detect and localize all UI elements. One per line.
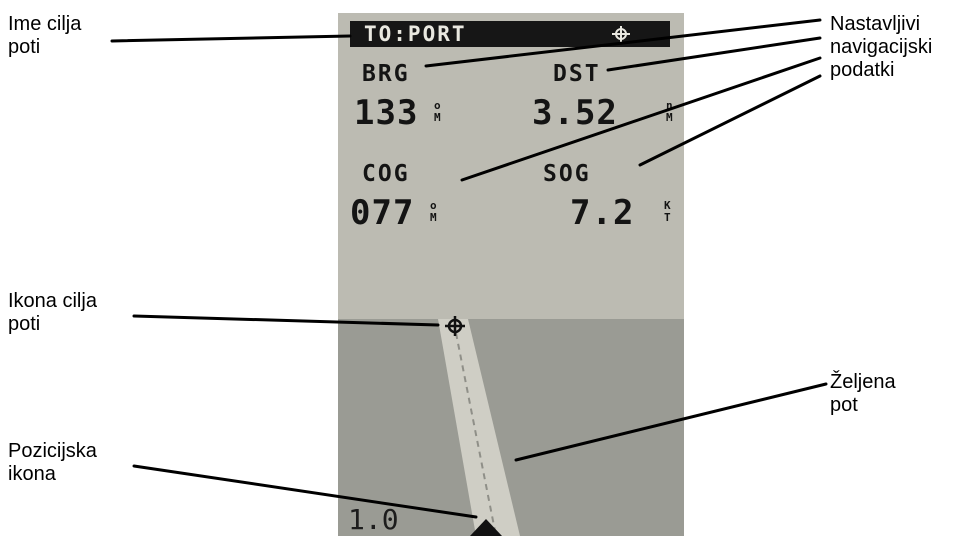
label-waypoint-icon: Ikona cilja poti [8,290,97,335]
leader-desired-course [514,382,828,462]
leader-lines [110,18,828,519]
label-desired-course: Željena pot [830,371,896,416]
leader-position-icon [132,464,478,519]
leader-waypoint-name [110,34,352,43]
leader-waypoint-icon [132,314,440,327]
label-waypoint-name: Ime cilja poti [8,13,82,58]
leader-nav-cog [460,56,822,182]
leader-nav-brg [424,18,822,68]
label-position-icon: Pozicijska ikona [8,440,97,485]
label-nav-data: Nastavljivi navigacijski podatki [830,13,933,81]
leader-nav-dst [606,36,822,72]
